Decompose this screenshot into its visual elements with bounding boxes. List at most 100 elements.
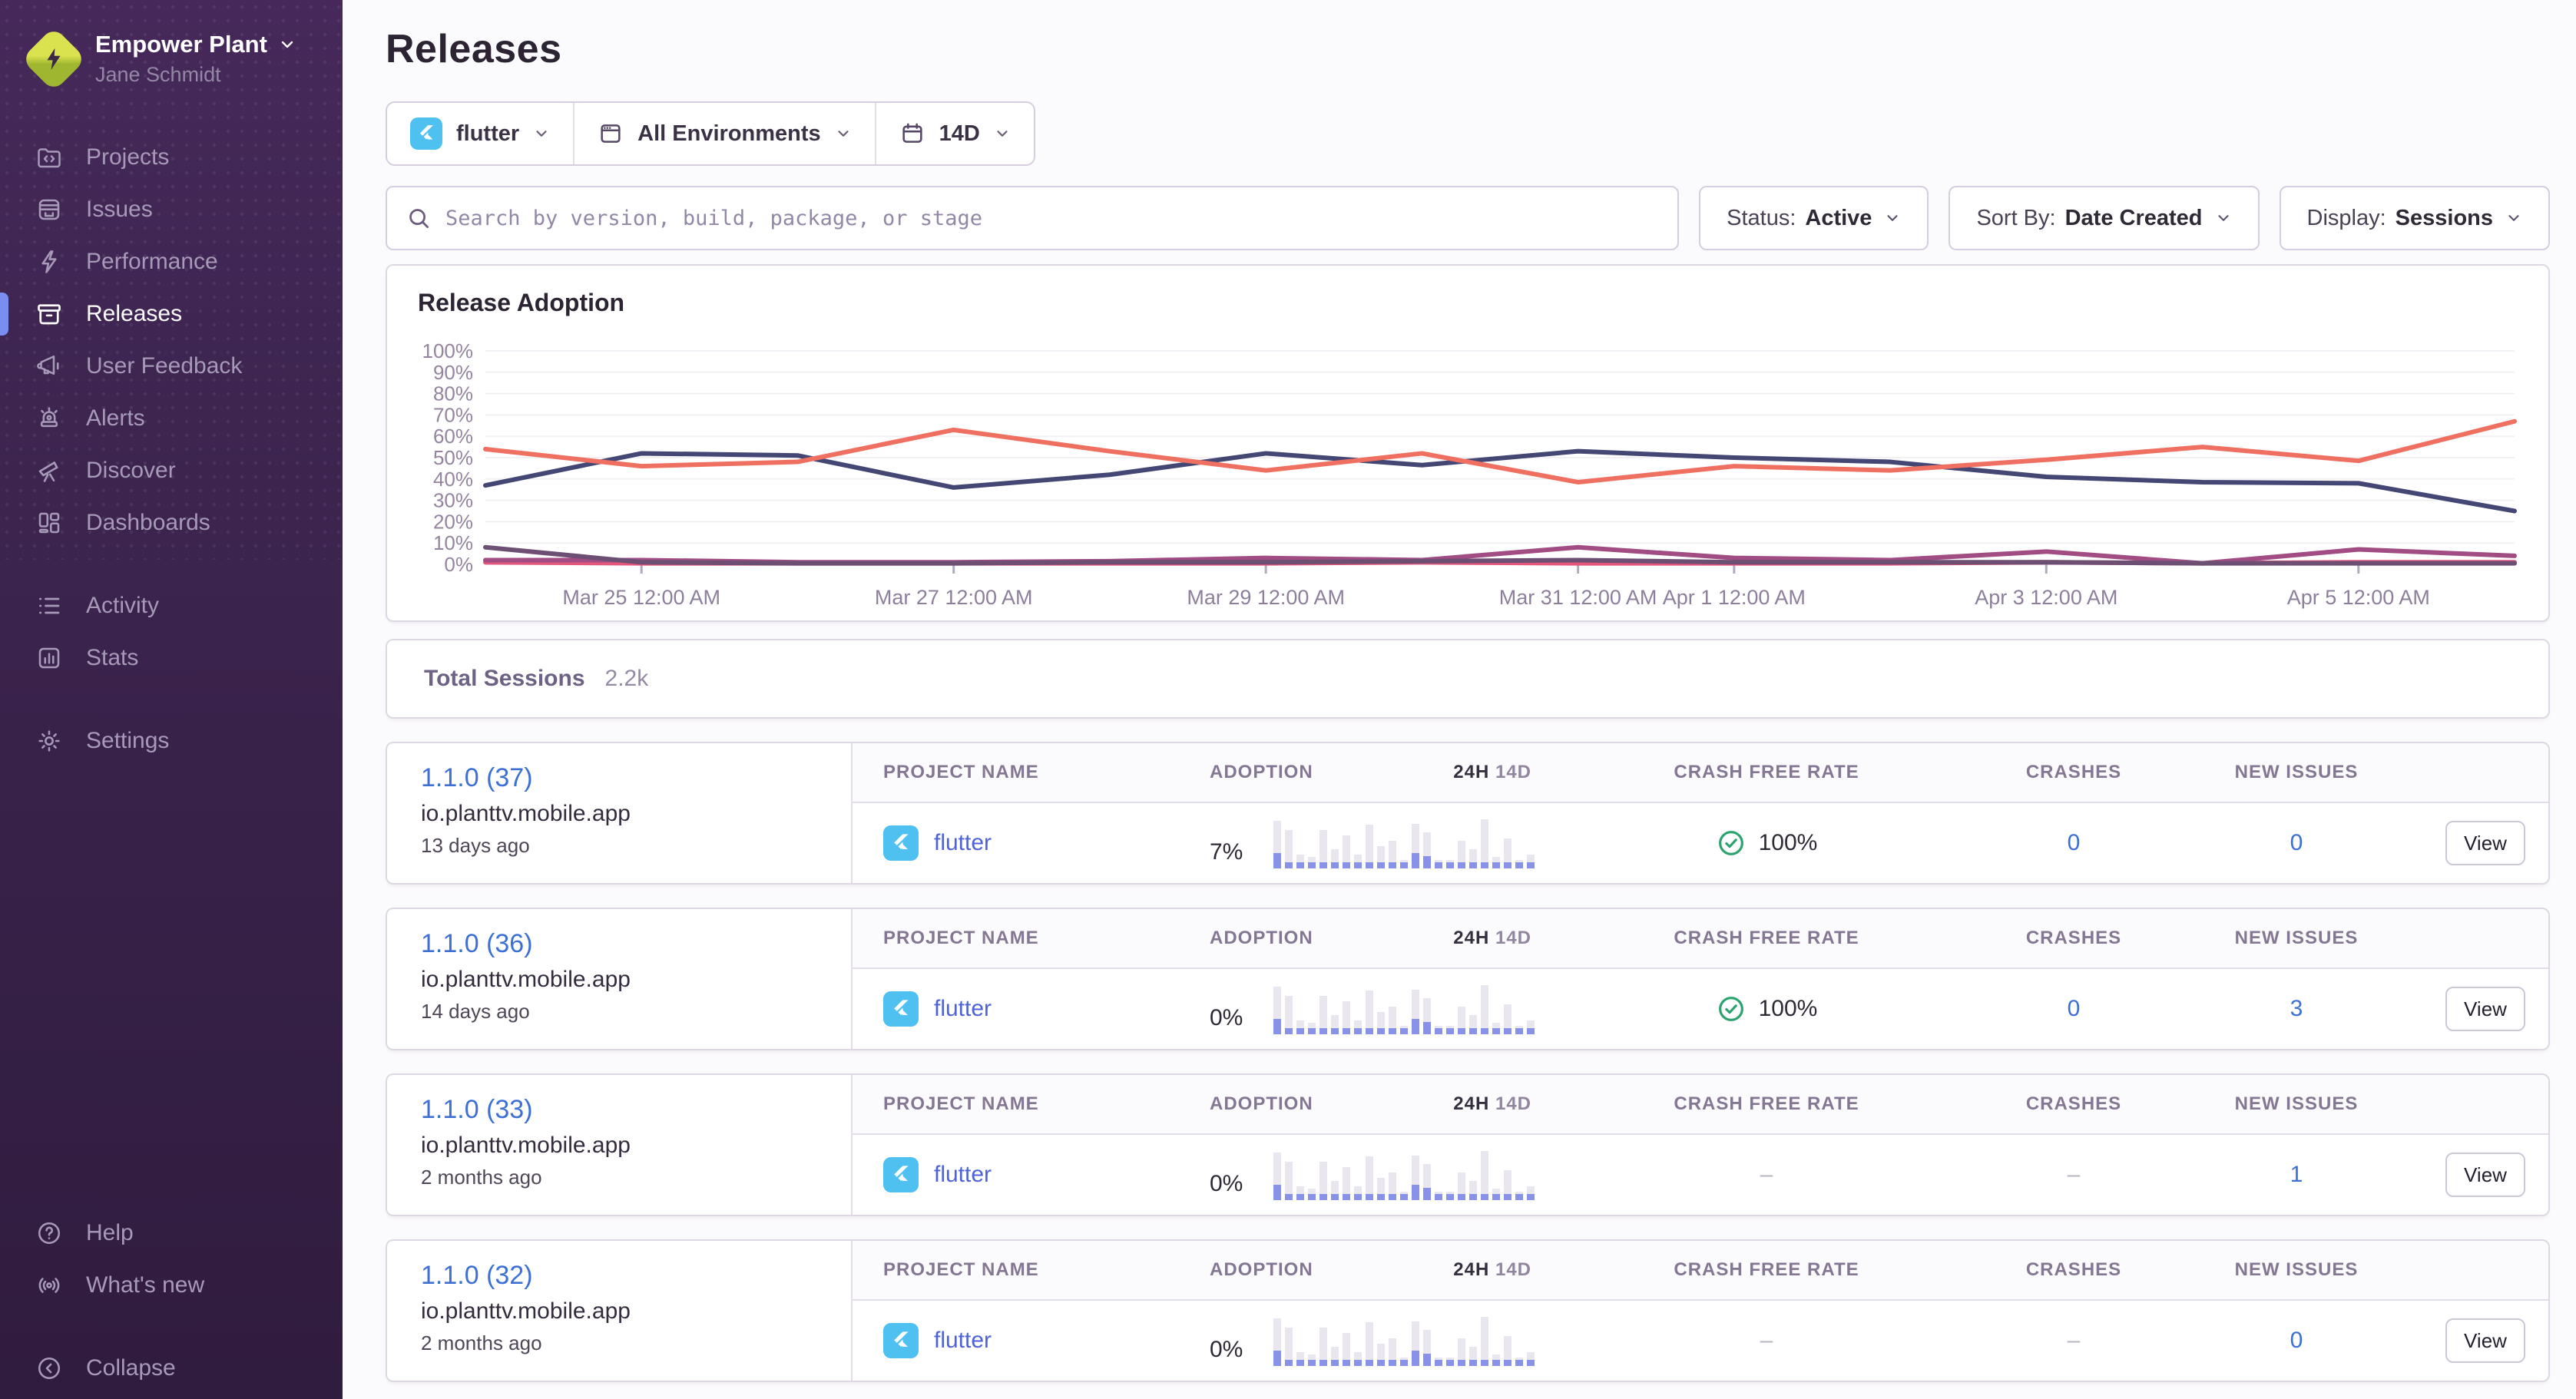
main-content: Releases flutter All Environments 14D — [343, 0, 2576, 1399]
view-button[interactable]: View — [2445, 821, 2525, 865]
release-adoption-chart: 0%10%20%30%40%50%60%70%80%90%100%Mar 25 … — [418, 317, 2521, 609]
release-card: 1.1.0 (36) io.planttv.mobile.app 14 days… — [386, 908, 2550, 1050]
release-version-link[interactable]: 1.1.0 (37) — [421, 763, 851, 793]
chevron-down-icon — [835, 125, 852, 142]
search-box[interactable] — [386, 186, 1679, 250]
nav-section-gap — [0, 684, 343, 715]
sidebar-item-alerts[interactable]: Alerts — [0, 392, 343, 445]
new-issues-link[interactable]: 0 — [2181, 830, 2412, 856]
release-version-link[interactable]: 1.1.0 (36) — [421, 929, 851, 959]
crash-free-value: – — [1567, 1328, 1966, 1354]
activity-icon — [35, 592, 63, 620]
release-package: io.planttv.mobile.app — [421, 1133, 851, 1159]
flutter-project-icon — [883, 1323, 919, 1358]
page-filter-bar: flutter All Environments 14D — [386, 101, 1035, 166]
svg-text:Mar 31 12:00 AM: Mar 31 12:00 AM — [1499, 586, 1657, 609]
sidebar-item-dashboards[interactable]: Dashboards — [0, 497, 343, 549]
release-summary: 1.1.0 (36) io.planttv.mobile.app 14 days… — [387, 909, 851, 1049]
spark-range-toggle[interactable]: 24H 14D — [1453, 1093, 1531, 1115]
display-dropdown[interactable]: Display: Sessions — [2280, 186, 2551, 250]
date-range-filter[interactable]: 14D — [875, 103, 1034, 164]
gear-icon — [35, 727, 63, 755]
release-age: 14 days ago — [421, 1000, 851, 1024]
search-icon — [406, 205, 432, 231]
org-user: Jane Schmidt — [95, 63, 296, 87]
chevron-down-icon — [2505, 210, 2522, 227]
col-crashes: CRASHES — [1966, 1093, 2181, 1115]
nav-section-gap — [0, 1311, 343, 1342]
project-link[interactable]: flutter — [934, 830, 992, 856]
org-logo — [22, 26, 87, 91]
spark-range-toggle[interactable]: 24H 14D — [1453, 762, 1531, 783]
sidebar-item-label: Projects — [86, 144, 169, 170]
release-table-row: flutter 0% – – 0 View — [853, 1301, 2548, 1381]
spark-range-toggle[interactable]: 24H 14D — [1453, 928, 1531, 949]
project-filter[interactable]: flutter — [387, 103, 573, 164]
sidebar-item-help[interactable]: Help — [0, 1207, 343, 1259]
release-package: io.planttv.mobile.app — [421, 967, 851, 993]
release-adoption-chart-card: Release Adoption 0%10%20%30%40%50%60%70%… — [386, 264, 2550, 622]
sidebar-item-stats[interactable]: Stats — [0, 632, 343, 684]
sidebar-item-activity[interactable]: Activity — [0, 580, 343, 632]
svg-text:Apr 1 12:00 AM: Apr 1 12:00 AM — [1663, 586, 1806, 609]
spark-range-toggle[interactable]: 24H 14D — [1453, 1259, 1531, 1281]
adoption-sparkline — [1273, 818, 1538, 868]
crashes-link[interactable]: 0 — [1966, 830, 2181, 856]
view-button[interactable]: View — [2445, 987, 2525, 1031]
sidebar-item-label: Help — [86, 1220, 134, 1246]
project-link[interactable]: flutter — [934, 1162, 992, 1188]
release-summary: 1.1.0 (32) io.planttv.mobile.app 2 month… — [387, 1241, 851, 1381]
sidebar-item-projects[interactable]: Projects — [0, 131, 343, 184]
sidebar-item-discover[interactable]: Discover — [0, 445, 343, 497]
col-crash-free-rate: CRASH FREE RATE — [1567, 928, 1966, 949]
release-package: io.planttv.mobile.app — [421, 1298, 851, 1325]
svg-text:Mar 25 12:00 AM: Mar 25 12:00 AM — [562, 586, 720, 609]
crash-free-value: 100% — [1759, 830, 1818, 856]
adoption-sparkline — [1273, 1149, 1538, 1200]
sidebar-item-settings[interactable]: Settings — [0, 715, 343, 767]
release-version-link[interactable]: 1.1.0 (33) — [421, 1095, 851, 1125]
crashes-link[interactable]: 0 — [1966, 996, 2181, 1022]
sidebar-collapse-button[interactable]: Collapse — [0, 1342, 343, 1394]
sidebar: Empower Plant Jane Schmidt Projects Issu… — [0, 0, 343, 1399]
release-summary: 1.1.0 (33) io.planttv.mobile.app 2 month… — [387, 1075, 851, 1215]
col-crash-free-rate: CRASH FREE RATE — [1567, 1259, 1966, 1281]
col-crash-free-rate: CRASH FREE RATE — [1567, 762, 1966, 783]
sidebar-item-user-feedback[interactable]: User Feedback — [0, 340, 343, 392]
stats-icon — [35, 644, 63, 672]
svg-text:Apr 3 12:00 AM: Apr 3 12:00 AM — [1975, 586, 2117, 609]
view-button[interactable]: View — [2445, 1318, 2525, 1363]
project-link[interactable]: flutter — [934, 996, 992, 1022]
status-dropdown[interactable]: Status: Active — [1699, 186, 1929, 250]
org-switcher[interactable]: Empower Plant Jane Schmidt — [0, 0, 343, 87]
adoption-sparkline — [1273, 984, 1538, 1034]
svg-text:70%: 70% — [433, 403, 473, 426]
release-version-link[interactable]: 1.1.0 (32) — [421, 1261, 851, 1291]
search-input[interactable] — [445, 207, 1659, 230]
chevron-down-icon — [533, 125, 550, 142]
svg-text:20%: 20% — [433, 510, 473, 533]
total-sessions-card: Total Sessions 2.2k — [386, 639, 2550, 719]
sort-dropdown[interactable]: Sort By: Date Created — [1949, 186, 2259, 250]
sidebar-item-releases[interactable]: Releases — [0, 288, 343, 340]
sidebar-item-issues[interactable]: Issues — [0, 184, 343, 236]
svg-text:100%: 100% — [422, 339, 474, 362]
view-button[interactable]: View — [2445, 1153, 2525, 1197]
svg-text:50%: 50% — [433, 446, 473, 469]
sidebar-item-whats-new[interactable]: What's new — [0, 1259, 343, 1311]
sidebar-item-label: Settings — [86, 728, 169, 754]
new-issues-link[interactable]: 3 — [2181, 996, 2412, 1022]
new-issues-link[interactable]: 1 — [2181, 1162, 2412, 1188]
sort-label: Sort By: — [1976, 206, 2055, 231]
col-project-name: PROJECT NAME — [853, 762, 1210, 783]
col-new-issues: NEW ISSUES — [2181, 928, 2412, 949]
sidebar-item-performance[interactable]: Performance — [0, 236, 343, 288]
svg-text:Mar 27 12:00 AM: Mar 27 12:00 AM — [875, 586, 1033, 609]
col-crashes: CRASHES — [1966, 762, 2181, 783]
date-range-value: 14D — [939, 121, 980, 147]
project-link[interactable]: flutter — [934, 1328, 992, 1354]
new-issues-link[interactable]: 0 — [2181, 1328, 2412, 1354]
release-table: PROJECT NAME ADOPTION 24H 14D CRASH FREE… — [851, 909, 2548, 1049]
environment-filter[interactable]: All Environments — [573, 103, 875, 164]
display-value: Sessions — [2396, 206, 2493, 231]
